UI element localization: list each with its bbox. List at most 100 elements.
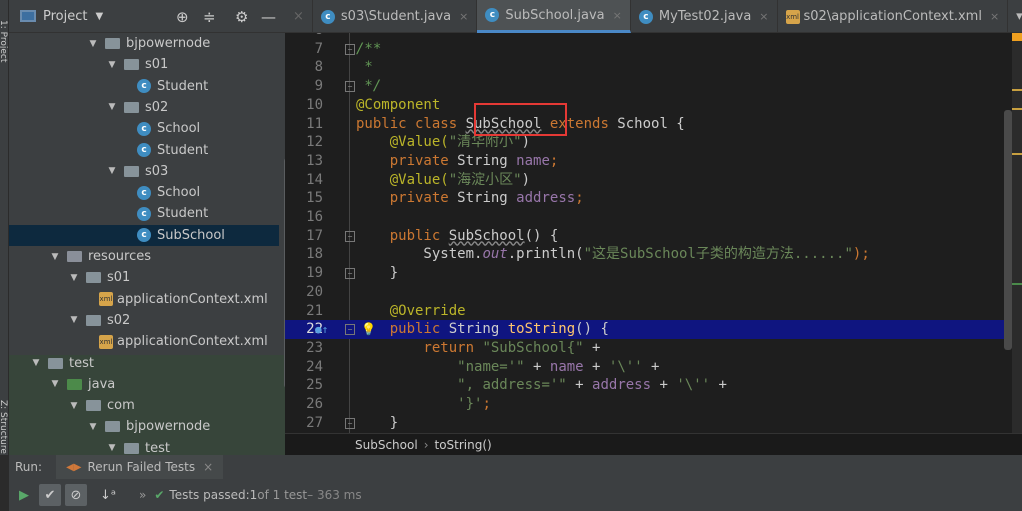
expand-arrow-icon[interactable]: ▼ [106, 102, 118, 112]
expand-arrow-icon[interactable]: ▼ [68, 401, 80, 411]
code-text: private String name; [356, 152, 559, 171]
expand-icon[interactable]: » [139, 488, 146, 502]
tree-item[interactable]: ▼ s03 [9, 161, 279, 182]
sort-alphabetically-icon[interactable]: ↓ᵃ [97, 484, 119, 506]
code-line[interactable]: 22− ●↑ 💡 public String toString() { [285, 320, 1012, 340]
fold-icon[interactable]: − [345, 230, 355, 242]
collapse-all-icon[interactable]: ≑ [203, 8, 216, 26]
tree-item[interactable]: xml applicationContext.xml [9, 331, 279, 352]
tree-item[interactable]: ▼ java [9, 374, 279, 395]
tree-item[interactable]: ▼ bjpowernode [9, 416, 279, 437]
show-ignored-icon[interactable]: ⊘ [65, 484, 87, 506]
code-token: School { [617, 115, 685, 132]
code-line[interactable]: 18 System.out.println("这是SubSchool子类的构造方… [285, 245, 1012, 264]
close-icon[interactable]: × [203, 460, 213, 474]
editor-scrollbar[interactable] [1004, 110, 1012, 350]
expand-arrow-icon[interactable]: ▼ [49, 379, 61, 389]
tree-item[interactable]: ▼ s01 [9, 267, 279, 288]
tree-item[interactable]: c SubSchool [9, 224, 279, 246]
marker[interactable] [1012, 153, 1022, 155]
expand-arrow-icon[interactable]: ▼ [106, 166, 118, 176]
code-text: return "SubSchool{" + [356, 339, 600, 358]
minimize-icon[interactable]: — [261, 8, 276, 26]
close-tab-icon[interactable]: × [613, 9, 622, 22]
close-tab-icon[interactable]: × [990, 10, 999, 23]
project-tool-button[interactable]: 1: Project [0, 20, 8, 62]
code-line[interactable]: 26 '}'; [285, 395, 1012, 414]
tree-item[interactable]: ▼ bjpowernode [9, 33, 279, 54]
code-line[interactable]: 27 − } [285, 414, 1012, 433]
chevron-down-icon[interactable]: ▼ [95, 11, 103, 22]
code-line[interactable]: 8 * [285, 58, 1012, 77]
code-line[interactable]: 20 [285, 283, 1012, 302]
code-line[interactable]: 14 @Value("海淀小区") [285, 171, 1012, 190]
code-line[interactable]: 7 −/** [285, 40, 1012, 59]
expand-arrow-icon[interactable]: ▼ [30, 358, 42, 368]
locate-icon[interactable]: ⊕ [176, 8, 189, 26]
code-line[interactable]: 13 private String name; [285, 152, 1012, 171]
override-gutter-icon[interactable]: ●↑ [315, 320, 328, 339]
close-tab-icon[interactable]: × [759, 10, 768, 23]
expand-arrow-icon[interactable]: ▼ [68, 273, 80, 283]
fold-icon[interactable]: − [345, 43, 355, 55]
code-line[interactable]: 24 "name='" + name + '\'' + [285, 358, 1012, 377]
fold-icon[interactable]: − [345, 324, 355, 336]
tree-item[interactable]: ▼ s02 [9, 97, 279, 118]
tree-item[interactable]: xml applicationContext.xml [9, 289, 279, 310]
structure-tool-button[interactable]: Z: Structure [0, 400, 8, 454]
tree-item[interactable]: ▼ s02 [9, 310, 279, 331]
warning-marker[interactable] [1012, 33, 1022, 41]
editor-tab[interactable]: c MyTest02.java × [631, 0, 778, 33]
editor-tab[interactable]: c SubSchool.java × [477, 0, 631, 33]
expand-arrow-icon[interactable]: ▼ [49, 252, 61, 262]
code-editor[interactable]: 67−/**8 *9− */10@Component11public class… [285, 33, 1012, 433]
close-tab-icon[interactable]: × [459, 10, 468, 23]
code-text: @Value("清华附小") [356, 133, 530, 152]
breadcrumb-class[interactable]: SubSchool [355, 438, 418, 452]
tree-item[interactable]: ▼ test [9, 353, 279, 374]
code-line[interactable]: 21 @Override [285, 302, 1012, 321]
expand-arrow-icon[interactable]: ▼ [87, 39, 99, 49]
code-token: */ [356, 78, 382, 95]
code-line[interactable]: 11 public class SubSchool extends School … [285, 115, 1012, 134]
code-line[interactable]: 17 − public SubSchool() { [285, 227, 1012, 246]
code-line[interactable]: 9 − */ [285, 77, 1012, 96]
editor-tab[interactable]: c s03\Student.java × [313, 0, 478, 33]
show-passed-icon[interactable]: ✔ [39, 484, 61, 506]
tree-item[interactable]: c Student [9, 76, 279, 97]
project-view-selector[interactable]: Project [43, 9, 87, 24]
fold-icon[interactable]: − [345, 417, 355, 429]
folder-icon [124, 165, 139, 177]
tree-item[interactable]: ▼ resources [9, 246, 279, 267]
run-icon[interactable]: ▶ [13, 484, 35, 506]
close-icon[interactable]: × [285, 0, 313, 33]
expand-arrow-icon[interactable]: ▼ [87, 422, 99, 432]
code-line[interactable]: 12 @Value("清华附小") [285, 133, 1012, 152]
editor-tab[interactable]: xml s02\applicationContext.xml × [778, 0, 1009, 33]
expand-arrow-icon[interactable]: ▼ [106, 443, 118, 453]
tree-item[interactable]: c Student [9, 140, 279, 161]
tree-item[interactable]: ▼ s01 [9, 54, 279, 75]
marker[interactable] [1012, 283, 1022, 285]
run-tab[interactable]: ◀▶ Rerun Failed Tests × [56, 455, 224, 479]
code-line[interactable]: 16 [285, 208, 1012, 227]
tree-item[interactable]: c School [9, 118, 279, 139]
fold-icon[interactable]: − [345, 81, 355, 93]
expand-arrow-icon[interactable]: ▼ [106, 60, 118, 70]
code-line[interactable]: 15 private String address; [285, 189, 1012, 208]
code-line[interactable]: 23 return "SubSchool{" + [285, 339, 1012, 358]
tree-item[interactable]: c School [9, 182, 279, 203]
tree-item[interactable]: ▼ test [9, 438, 279, 455]
marker[interactable] [1012, 89, 1022, 91]
code-line[interactable]: 19 − } [285, 264, 1012, 283]
gear-icon[interactable]: ⚙ [235, 8, 248, 26]
code-line[interactable]: 25 ", address='" + address + '\'' + [285, 376, 1012, 395]
tab-list-icon[interactable]: ▾≡ [1008, 0, 1022, 33]
tree-item[interactable]: ▼ com [9, 395, 279, 416]
tree-item[interactable]: c Student [9, 203, 279, 224]
fold-icon[interactable]: − [345, 268, 355, 280]
code-line[interactable]: 10 @Component [285, 96, 1012, 115]
marker[interactable] [1012, 108, 1022, 110]
expand-arrow-icon[interactable]: ▼ [68, 315, 80, 325]
breadcrumb-method[interactable]: toString() [435, 438, 492, 452]
